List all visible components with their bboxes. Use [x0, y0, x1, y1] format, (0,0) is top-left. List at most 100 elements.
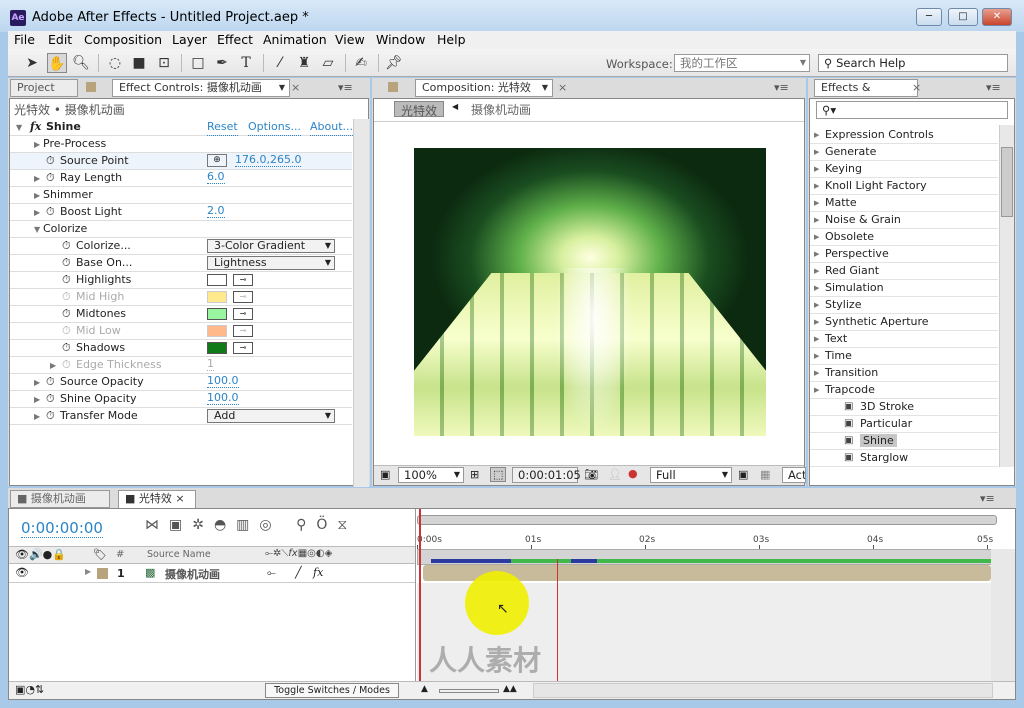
roto-brush-tool-icon[interactable]: ✍ — [351, 53, 371, 73]
channel-icon[interactable]: ● — [628, 467, 638, 480]
composition-viewer[interactable] — [414, 148, 766, 436]
zoom-tool-icon[interactable]: 🔍︎ — [71, 53, 91, 73]
effect-item[interactable]: 3D Stroke — [810, 399, 998, 416]
effect-category[interactable]: Red Giant — [810, 263, 998, 280]
effect-category[interactable]: Generate — [810, 144, 998, 161]
tab-timeline-camera[interactable]: ■ 摄像机动画 — [10, 490, 110, 508]
rectangle-tool-icon[interactable]: □ — [188, 53, 208, 73]
effect-category[interactable]: Trapcode — [810, 382, 998, 399]
stopwatch-icon[interactable]: ⏱︎ — [62, 323, 71, 339]
stopwatch-icon[interactable]: ⏱︎ — [46, 153, 55, 169]
zoom-out-icon[interactable]: ▲ — [421, 684, 428, 694]
effect-category[interactable]: Expression Controls — [810, 127, 998, 144]
menu-animation[interactable]: Animation — [263, 32, 327, 47]
property-colorize[interactable]: ▼ Colorize — [10, 221, 352, 238]
current-time-indicator[interactable] — [419, 509, 421, 681]
magnification-select[interactable]: 100% ▼ — [398, 467, 464, 483]
layer-name[interactable]: 摄像机动画 — [165, 566, 220, 582]
hand-tool-icon[interactable]: ✋ — [47, 53, 67, 73]
property-mid-high[interactable]: ⏱︎ Mid High ⊸ — [10, 289, 352, 306]
text-tool-icon[interactable]: T — [236, 53, 256, 73]
effect-item[interactable]: Starglow — [810, 450, 998, 467]
property-midtones[interactable]: ⏱︎ Midtones ⊸ — [10, 306, 352, 323]
timeline-switch-icons[interactable]: ⋈▣✲◓▥◎ ⚲Ö⧖ — [145, 517, 357, 533]
color-swatch[interactable] — [207, 342, 227, 354]
effect-category[interactable]: Transition — [810, 365, 998, 382]
menu-window[interactable]: Window — [376, 32, 425, 47]
effect-category[interactable]: Synthetic Aperture — [810, 314, 998, 331]
stopwatch-icon[interactable]: ⏱︎ — [46, 170, 55, 186]
reset-link[interactable]: Reset — [207, 119, 238, 136]
property-value[interactable]: 6.0 — [207, 170, 225, 184]
effect-category[interactable]: Stylize — [810, 297, 998, 314]
crosshair-icon[interactable]: ⊕ — [207, 154, 227, 167]
effect-category[interactable]: Matte — [810, 195, 998, 212]
time-ruler[interactable]: 0:00s 01s 02s 03s 04s 05s — [417, 513, 997, 565]
clone-stamp-tool-icon[interactable]: ♜ — [294, 53, 314, 73]
effect-category[interactable]: Knoll Light Factory — [810, 178, 998, 195]
always-preview-icon[interactable]: ▣ — [380, 468, 390, 481]
tab-effects-presets[interactable]: Effects & Presets — [814, 79, 918, 110]
effects-search-input[interactable]: ⚲▾ — [816, 101, 1008, 119]
vertical-scrollbar[interactable] — [353, 119, 369, 487]
color-swatch[interactable] — [207, 274, 227, 286]
stopwatch-icon[interactable]: ⏱︎ — [62, 306, 71, 322]
property-value[interactable]: 2.0 — [207, 204, 225, 218]
eyedropper-icon[interactable]: ⊸ — [233, 325, 253, 337]
breadcrumb-active-comp[interactable]: 光特效 — [394, 101, 445, 118]
current-time-field[interactable]: 0:00:01:05 — [512, 467, 581, 483]
property-shimmer[interactable]: ▶ Shimmer — [10, 187, 352, 204]
brush-tool-icon[interactable]: ⁄ — [270, 53, 290, 73]
effect-item[interactable]: Shine — [810, 433, 998, 450]
menu-file[interactable]: File — [14, 32, 35, 47]
property-colorize[interactable]: ⏱︎ Colorize... 3-Color Gradient — [10, 238, 352, 255]
property-shine-opacity[interactable]: ▶ ⏱︎ Shine Opacity 100.0 — [10, 391, 352, 408]
label-color[interactable] — [97, 568, 108, 579]
close-tab-icon[interactable]: × — [912, 81, 921, 94]
close-tab-icon[interactable]: × — [291, 81, 300, 94]
menu-composition[interactable]: Composition — [84, 32, 162, 47]
panel-menu-icon[interactable]: ▾≡ — [980, 492, 995, 505]
menu-layer[interactable]: Layer — [172, 32, 207, 47]
panel-menu-icon[interactable]: ▾≡ — [986, 81, 1001, 94]
maximize-button[interactable]: □ — [948, 8, 978, 26]
property-transfer-mode[interactable]: ▶ ⏱︎ Transfer Mode Add — [10, 408, 352, 425]
zoom-in-icon[interactable]: ▲▲ — [503, 684, 517, 694]
effect-category[interactable]: Text — [810, 331, 998, 348]
stopwatch-icon[interactable]: ⏱︎ — [46, 204, 55, 220]
tab-timeline-shine[interactable]: ■ 光特效 × — [118, 490, 196, 508]
tab-effect-controls[interactable]: Effect Controls: 摄像机动画 ▼ — [112, 79, 290, 97]
toggle-transparency-icon[interactable]: ▦ — [760, 468, 770, 481]
stopwatch-icon[interactable]: ⏱︎ — [46, 408, 55, 424]
puppet-pin-tool-icon[interactable]: 📌︎ — [384, 53, 404, 73]
region-of-interest-icon[interactable]: ⊞ — [470, 468, 479, 481]
fx-switch-icon[interactable]: fx — [313, 566, 323, 579]
eyedropper-icon[interactable]: ⊸ — [233, 308, 253, 320]
pen-tool-icon[interactable]: ✒ — [212, 53, 232, 73]
effect-category[interactable]: Time — [810, 348, 998, 365]
minimize-button[interactable]: ─ — [916, 8, 942, 26]
property-value[interactable]: 1 — [207, 357, 214, 371]
resolution-select[interactable]: Full ▼ — [650, 467, 732, 483]
property-source-point[interactable]: ⏱︎ Source Point ⊕ 176.0,265.0 — [10, 153, 352, 170]
layer-row[interactable]: 👁︎ ▶ 1 ▩ 摄像机动画 ⟜ ╱ fx — [9, 565, 415, 583]
effect-category[interactable]: Obsolete — [810, 229, 998, 246]
zoom-slider[interactable] — [439, 689, 499, 693]
effect-category[interactable]: Perspective — [810, 246, 998, 263]
property-source-opacity[interactable]: ▶ ⏱︎ Source Opacity 100.0 — [10, 374, 352, 391]
visibility-icon[interactable]: 👁︎ — [15, 566, 29, 579]
stopwatch-icon[interactable]: ⏱︎ — [62, 238, 71, 254]
rotate-tool-icon[interactable]: ◌ — [105, 53, 125, 73]
stopwatch-icon[interactable]: ⏱︎ — [62, 357, 71, 373]
effect-header-shine[interactable]: ▼ fx Shine Reset Options... About... — [10, 119, 354, 136]
stopwatch-icon[interactable]: ⏱︎ — [46, 391, 55, 407]
menu-help[interactable]: Help — [437, 32, 466, 47]
camera-tool-icon[interactable]: ■ — [129, 53, 149, 73]
workspace-select[interactable]: 我的工作区 ▼ — [674, 54, 810, 72]
fast-previews-icon[interactable]: ▣ — [738, 468, 748, 481]
quality-icon[interactable]: ╱ — [295, 566, 302, 579]
vertical-scrollbar[interactable] — [999, 125, 1014, 467]
eyedropper-icon[interactable]: ⊸ — [233, 342, 253, 354]
color-swatch[interactable] — [207, 308, 227, 320]
effect-category[interactable]: Keying — [810, 161, 998, 178]
